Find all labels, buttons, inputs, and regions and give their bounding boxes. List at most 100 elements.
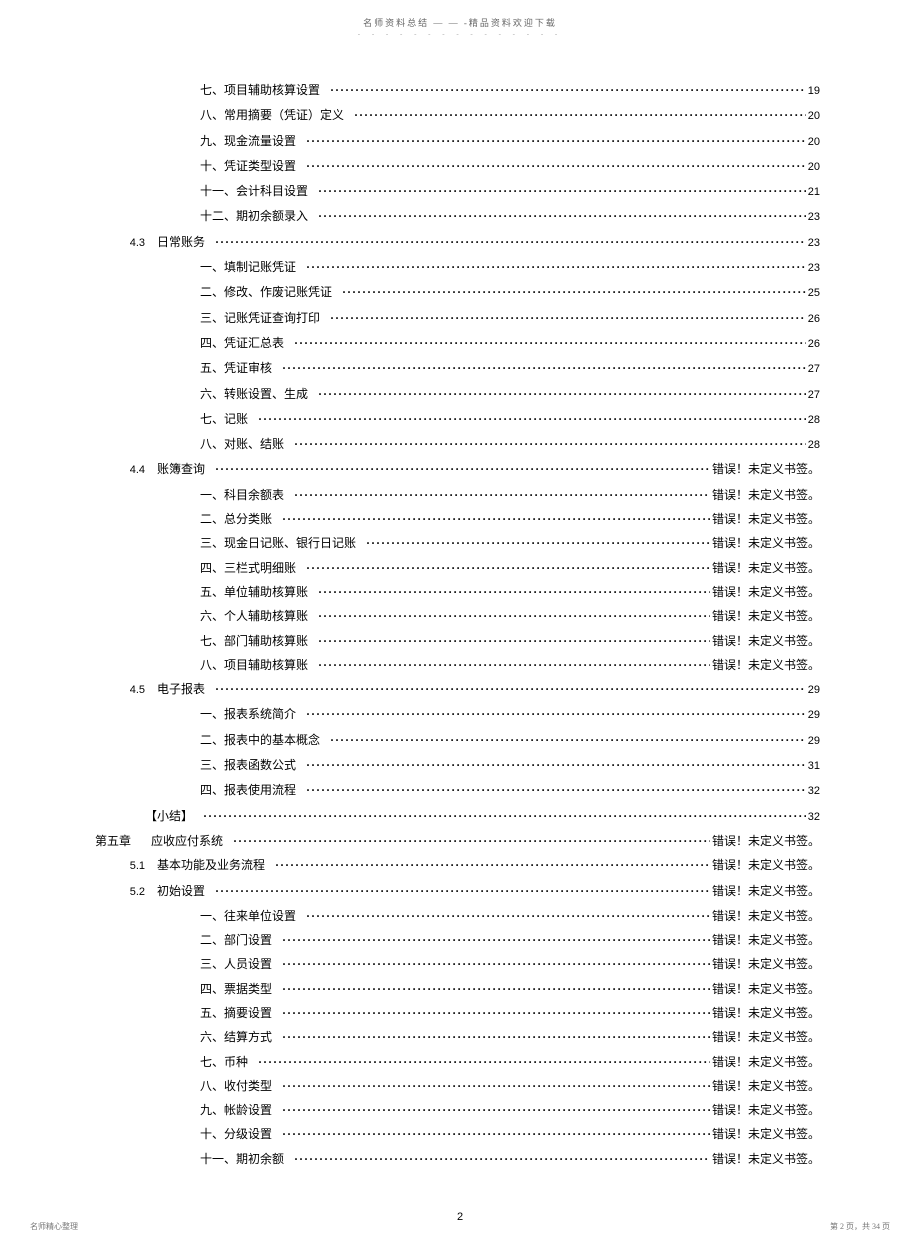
toc-entry: 六、转账设置、生成27 — [95, 382, 820, 407]
toc-title: 六、个人辅助核算账 — [200, 604, 318, 628]
dot-leader — [306, 556, 710, 580]
toc-entry: 八、项目辅助核算账错误！未定义书签。 — [95, 653, 820, 677]
dot-leader — [294, 1147, 710, 1171]
dot-leader — [354, 103, 806, 127]
dot-leader — [342, 280, 806, 304]
toc-title: 九、帐龄设置 — [200, 1098, 282, 1122]
page-reference: 错误！未定义书签。 — [710, 977, 820, 1001]
dot-leader — [306, 154, 806, 178]
dot-leader — [282, 356, 806, 380]
page-reference: 错误！未定义书签。 — [710, 483, 820, 507]
toc-title: 一、报表系统简介 — [200, 702, 306, 726]
page-reference: 28 — [806, 433, 820, 457]
toc-entry: 一、往来单位设置错误！未定义书签。 — [95, 904, 820, 928]
page-reference: 29 — [806, 703, 820, 727]
toc-entry: 六、结算方式错误！未定义书签。 — [95, 1025, 820, 1049]
page-reference: 27 — [806, 357, 820, 381]
toc-title: 八、收付类型 — [200, 1074, 282, 1098]
page-reference: 错误！未定义书签。 — [710, 1001, 820, 1025]
toc-entry: 5.1基本功能及业务流程 错误！未定义书签。 — [95, 853, 820, 878]
toc-title: 十一、会计科目设置 — [200, 179, 318, 203]
dot-leader — [203, 804, 806, 828]
page-reference: 29 — [806, 678, 820, 702]
toc-title: 初始设置 — [157, 879, 215, 903]
toc-entry: 十、分级设置错误！未定义书签。 — [95, 1122, 820, 1146]
page-reference: 错误！未定义书签。 — [710, 604, 820, 628]
page-reference: 错误！未定义书签。 — [710, 507, 820, 531]
doc-header-sub: - - - - - - - - - - - - - - - — [0, 30, 920, 38]
page-reference: 错误！未定义书签。 — [710, 1074, 820, 1098]
toc-title: 七、记账 — [200, 407, 258, 431]
toc-entry: 【小结】32 — [95, 804, 820, 829]
toc-title: 九、现金流量设置 — [200, 129, 306, 153]
chapter-label: 第五章 — [95, 829, 151, 853]
toc-entry: 三、报表函数公式31 — [95, 753, 820, 778]
dot-leader — [306, 702, 806, 726]
toc-title: 四、报表使用流程 — [200, 778, 306, 802]
section-number: 4.5 — [95, 678, 157, 702]
page-reference: 26 — [806, 332, 820, 356]
toc-entry: 十、凭证类型设置20 — [95, 154, 820, 179]
toc-title: 二、修改、作废记账凭证 — [200, 280, 342, 304]
dot-leader — [282, 1001, 710, 1025]
dot-leader — [318, 629, 710, 653]
dot-leader — [306, 753, 806, 777]
page-reference: 23 — [806, 256, 820, 280]
dot-leader — [282, 1098, 710, 1122]
toc-entry: 二、总分类账错误！未定义书签。 — [95, 507, 820, 531]
toc-entry: 4.4账簿查询 错误！未定义书签。 — [95, 457, 820, 482]
toc-title: 基本功能及业务流程 — [157, 853, 275, 877]
toc-entry: 六、个人辅助核算账 错误！未定义书签。 — [95, 604, 820, 628]
toc-entry: 一、科目余额表错误！未定义书签。 — [95, 483, 820, 507]
dot-leader — [318, 604, 710, 628]
section-number: 5.2 — [95, 880, 157, 904]
page-reference: 23 — [806, 231, 820, 255]
page-reference: 21 — [806, 180, 820, 204]
page-reference: 错误！未定义书签。 — [710, 1050, 820, 1074]
toc-entry: 九、现金流量设置 20 — [95, 129, 820, 154]
toc-title: 二、部门设置 — [200, 928, 282, 952]
page-reference: 错误！未定义书签。 — [710, 629, 820, 653]
section-number: 5.1 — [95, 854, 157, 878]
toc-title: 四、票据类型 — [200, 977, 282, 1001]
page-reference: 错误！未定义书签。 — [710, 928, 820, 952]
toc-title: 八、对账、结账 — [200, 432, 294, 456]
toc-entry: 七、项目辅助核算设置19 — [95, 78, 820, 103]
page-reference: 错误！未定义书签。 — [710, 829, 820, 853]
dot-leader — [215, 879, 710, 903]
toc-title: 七、币种 — [200, 1050, 258, 1074]
toc-entry: 三、人员设置错误！未定义书签。 — [95, 952, 820, 976]
page-reference: 错误！未定义书签。 — [710, 853, 820, 877]
page-reference: 32 — [806, 779, 820, 803]
toc-entry: 4.5电子报表29 — [95, 677, 820, 702]
dot-leader — [306, 255, 806, 279]
page-reference: 26 — [806, 307, 820, 331]
page-reference: 20 — [806, 130, 820, 154]
toc-title: 六、结算方式 — [200, 1025, 282, 1049]
toc-title: 五、单位辅助核算账 — [200, 580, 318, 604]
toc-title: 五、凭证审核 — [200, 356, 282, 380]
toc-title: 三、记账凭证查询打印 — [200, 306, 330, 330]
dot-leader — [258, 407, 806, 431]
page-reference: 25 — [806, 281, 820, 305]
table-of-contents: 七、项目辅助核算设置19八、常用摘要（凭证）定义20九、现金流量设置20十、凭证… — [95, 78, 820, 1171]
toc-entry: 4.3日常账务23 — [95, 230, 820, 255]
toc-entry: 三、现金日记账、银行日记账错误！未定义书签。 — [95, 531, 820, 555]
toc-entry: 四、报表使用流程 32 — [95, 778, 820, 803]
dot-leader — [233, 829, 710, 853]
toc-entry: 十二、期初余额录入23 — [95, 204, 820, 229]
page-reference: 20 — [806, 104, 820, 128]
toc-title: 十、分级设置 — [200, 1122, 282, 1146]
page-reference: 错误！未定义书签。 — [710, 457, 820, 481]
toc-title: 三、报表函数公式 — [200, 753, 306, 777]
section-number: 4.4 — [95, 458, 157, 482]
toc-title: 账簿查询 — [157, 457, 215, 481]
toc-entry: 四、凭证汇总表 26 — [95, 331, 820, 356]
dot-leader — [282, 1025, 710, 1049]
toc-title: 六、转账设置、生成 — [200, 382, 318, 406]
toc-title: 四、凭证汇总表 — [200, 331, 294, 355]
page-reference: 错误！未定义书签。 — [710, 879, 820, 903]
page-reference: 19 — [806, 79, 820, 103]
footer-right: 第 2 页，共 34 页 — [830, 1221, 890, 1232]
toc-title: 一、往来单位设置 — [200, 904, 306, 928]
